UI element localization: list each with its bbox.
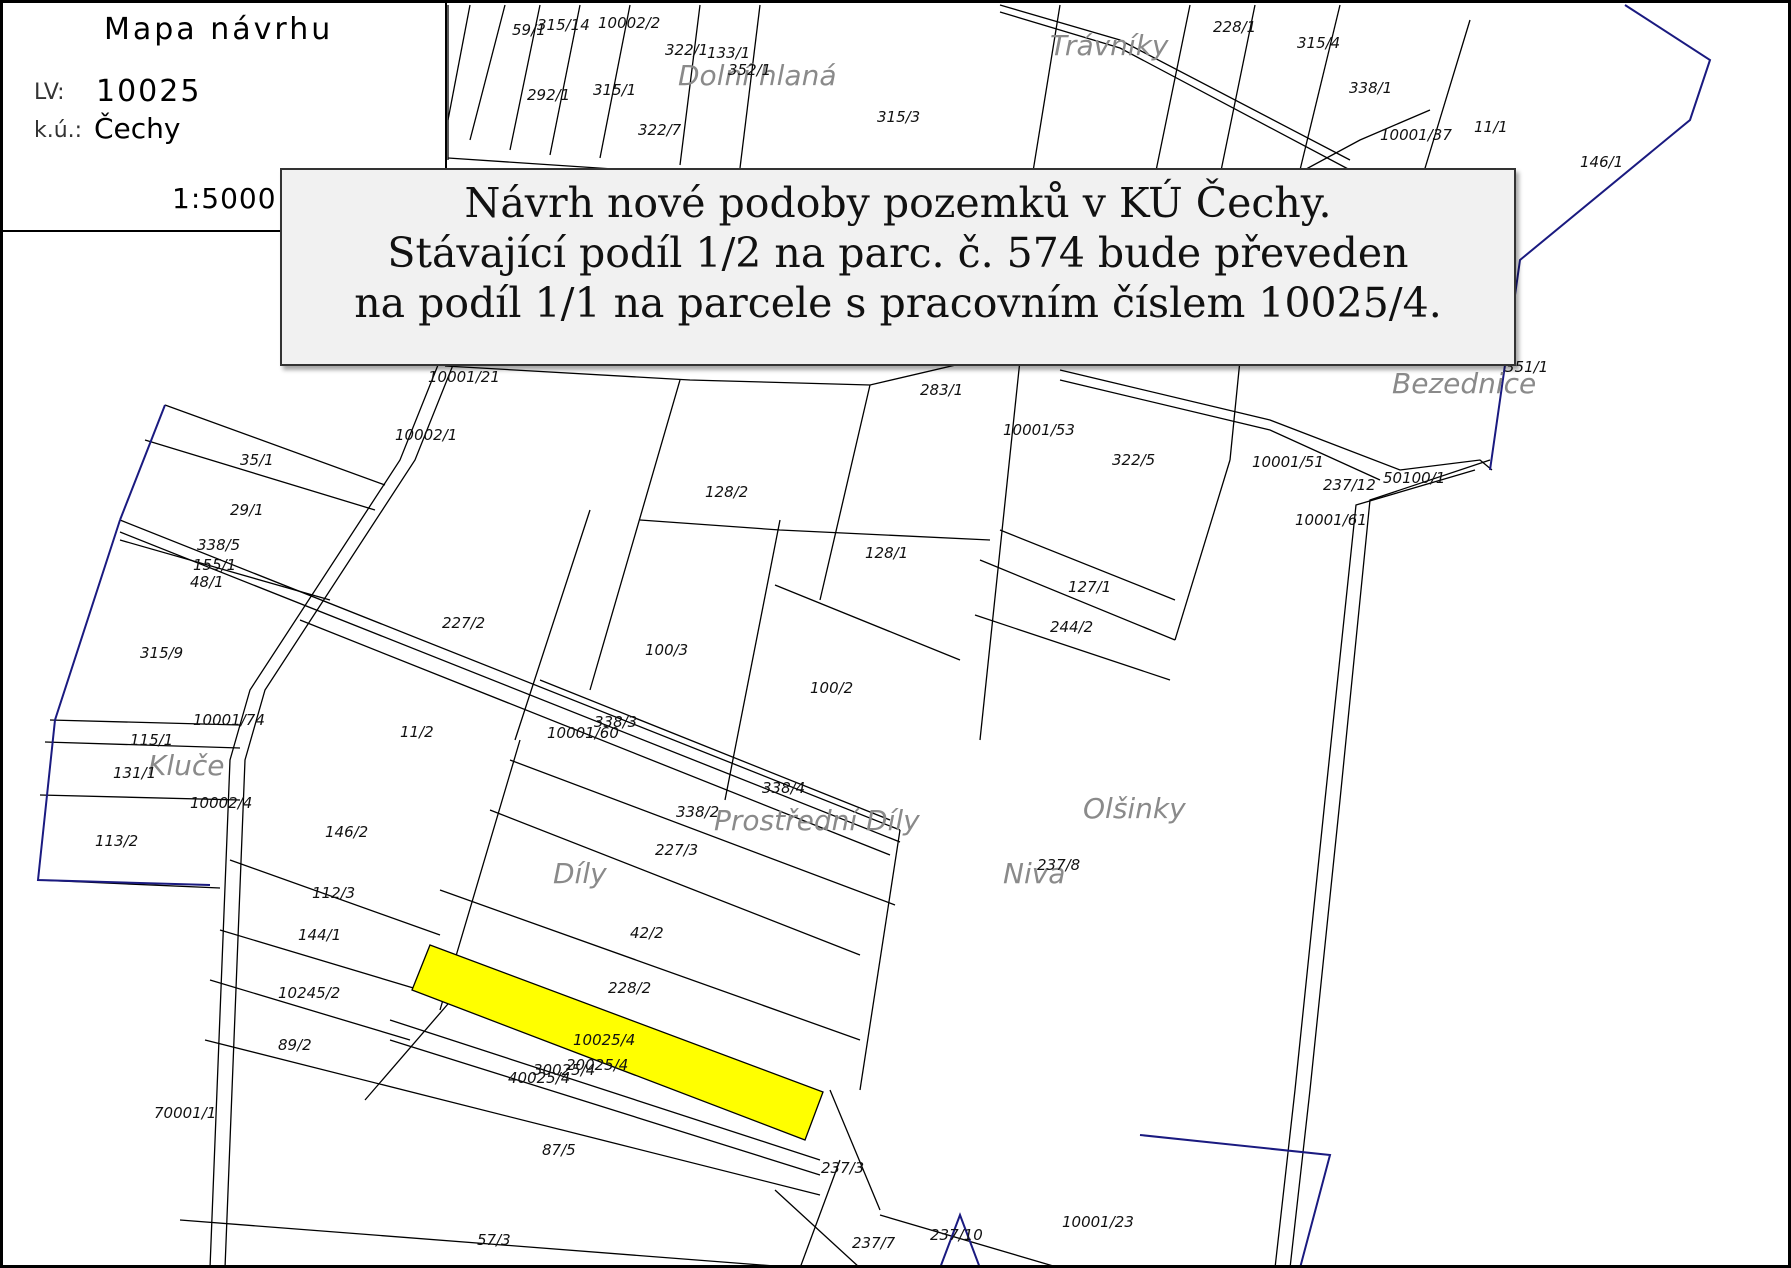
- map-frame: [0, 0, 1791, 1268]
